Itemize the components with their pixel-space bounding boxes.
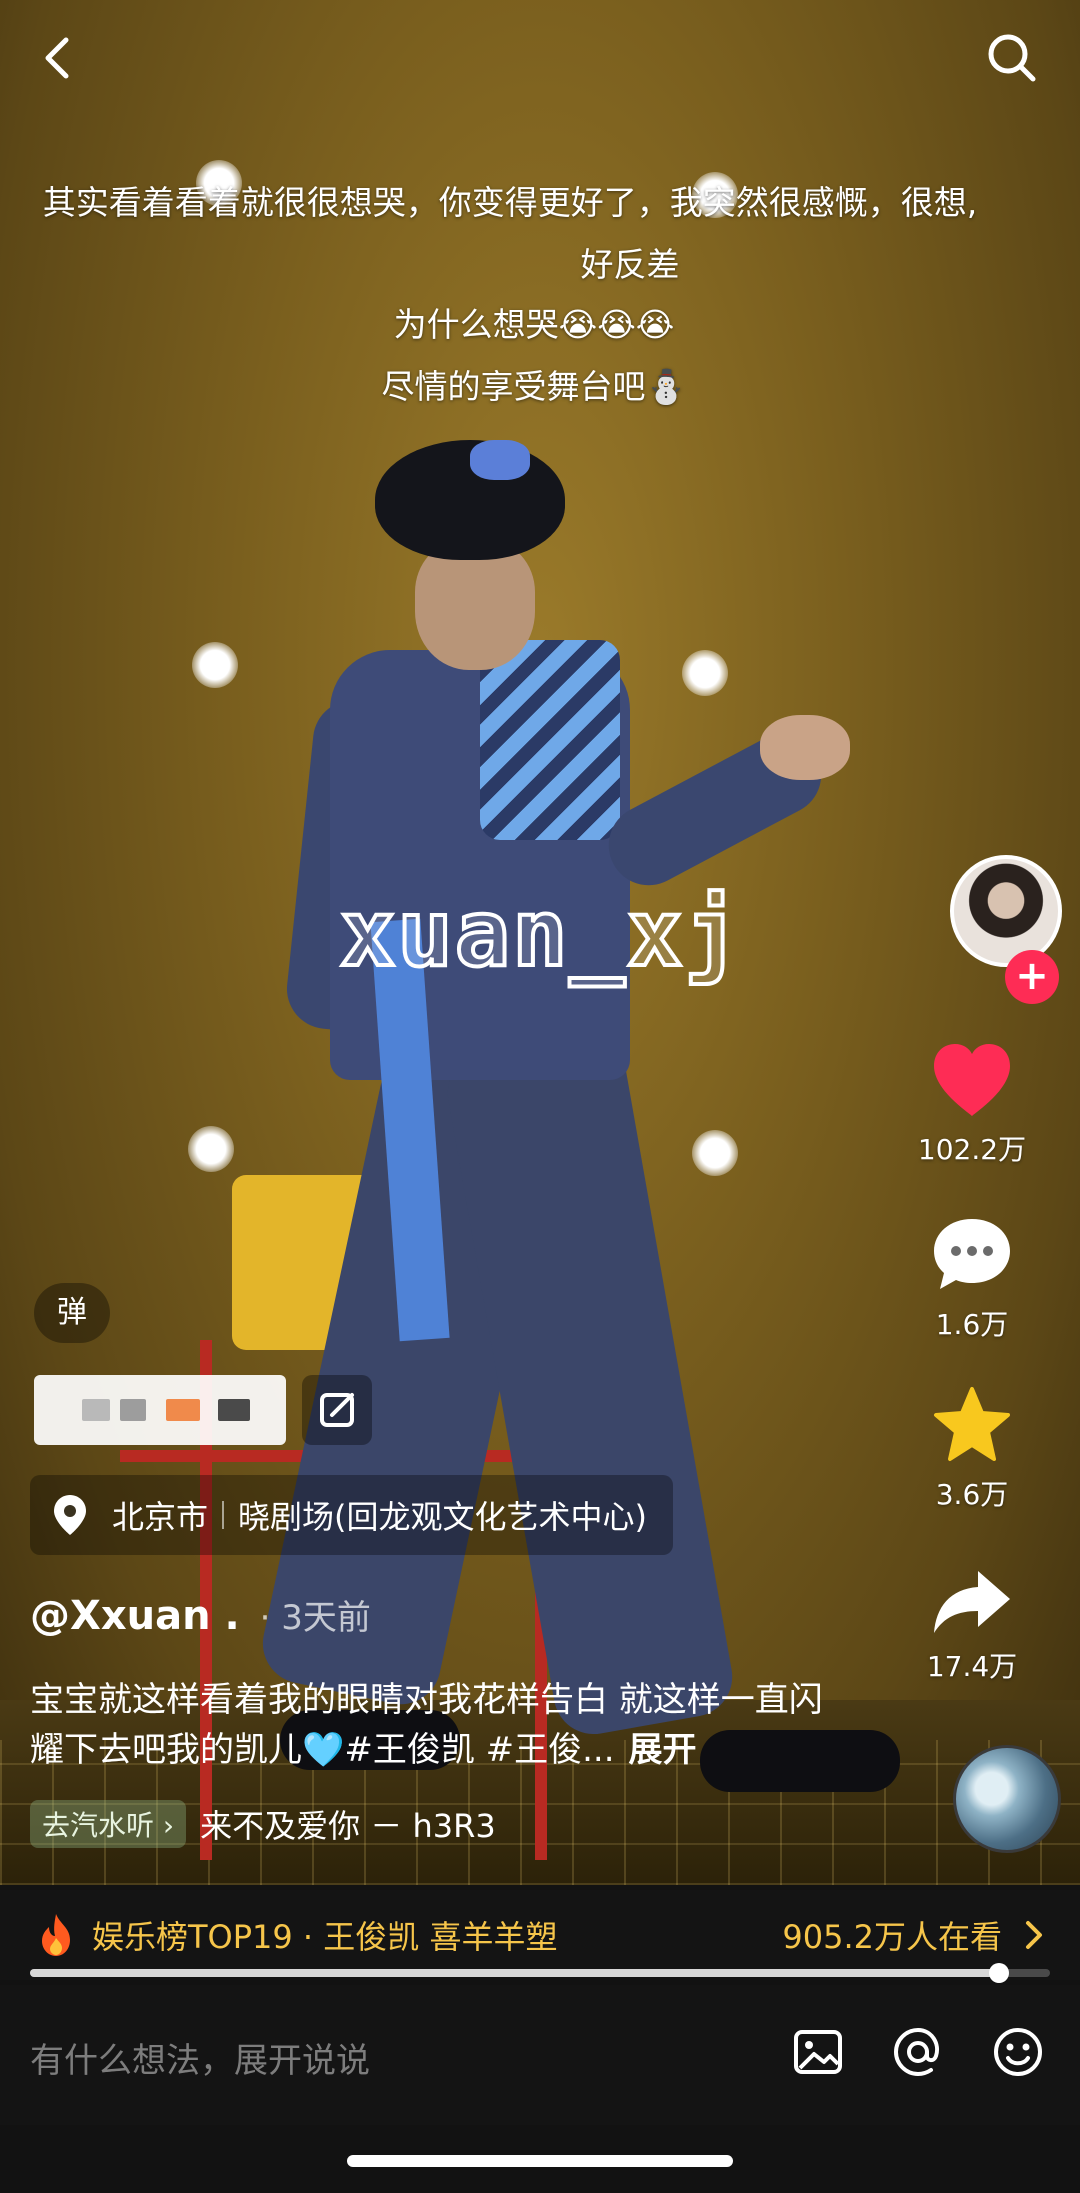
description-text: 宝宝就这样看着我的眼睛对我花样告白 就这样一直闪耀下去吧我的凯儿🩵#王俊凯 #王… [30, 1680, 823, 1770]
location-divider [222, 1501, 225, 1529]
danmaku-comment: 其实看着看着就很很想哭，你变得更好了，我突然很感慨，很想, [42, 183, 978, 222]
progress-fill [30, 1969, 999, 1977]
ranking-label: 娱乐榜TOP19 · 王俊凯 喜羊羊塑 [92, 1918, 558, 1956]
search-button[interactable] [976, 22, 1048, 94]
stage-light [682, 650, 728, 696]
search-icon [988, 34, 1036, 82]
music-info[interactable]: 去汽水听 › 来不及爱你 － h3R3 [30, 1800, 496, 1848]
danmaku-comment: 好反差 [580, 245, 680, 284]
listen-on-qishui-button[interactable]: 去汽水听 › [30, 1800, 187, 1848]
comment-bubble-icon [934, 1219, 1010, 1289]
home-indicator[interactable] [347, 2155, 733, 2167]
stage-light [692, 1130, 738, 1176]
comment-count: 1.6万 [935, 1308, 1009, 1341]
stage-light [192, 642, 238, 688]
mention-button[interactable] [886, 2020, 950, 2084]
performer-hat-bow [470, 440, 530, 480]
image-icon [794, 2030, 842, 2074]
music-title: 来不及爱你 － h3R3 [200, 1807, 496, 1845]
image-button[interactable] [786, 2020, 850, 2084]
emoji-button[interactable] [986, 2020, 1050, 2084]
share-button[interactable]: 17.4万 [872, 1565, 1072, 1685]
music-disc[interactable] [953, 1745, 1061, 1853]
video-progress-bar[interactable] [30, 1963, 1050, 1983]
location-pin-icon [54, 1495, 86, 1535]
danmaku-comment: 为什么想哭😭😭😭 [393, 305, 675, 344]
video-description[interactable]: 宝宝就这样看着我的眼睛对我花样告白 就这样一直闪耀下去吧我的凯儿🩵#王俊凯 #王… [30, 1675, 830, 1775]
heart-icon [934, 1044, 1010, 1116]
chevron-right-icon [1026, 1921, 1042, 1949]
comment-button[interactable]: 1.6万 [872, 1215, 1072, 1343]
performer-hand [760, 715, 850, 780]
ranking-bar[interactable]: 娱乐榜TOP19 · 王俊凯 喜羊羊塑 905.2万人在看 [0, 1890, 1080, 1980]
like-button[interactable]: 102.2万 [872, 1040, 1072, 1168]
location-tag[interactable]: 北京市 晓剧场(回龙观文化艺术中心) [30, 1475, 673, 1555]
performer-collar [480, 640, 620, 840]
comment-bar: 有什么想法，展开说说 [0, 1985, 1080, 2125]
author-info[interactable]: @Xxuan . · 3天前 [30, 1590, 371, 1639]
share-count: 17.4万 [926, 1650, 1018, 1683]
location-city: 北京市 [112, 1498, 209, 1536]
location-venue: 晓剧场(回龙观文化艺术中心) [238, 1498, 647, 1536]
post-time: · 3天前 [259, 1598, 371, 1638]
at-icon [893, 2027, 939, 2077]
stage-light [188, 1126, 234, 1172]
favorite-button[interactable]: 3.6万 [872, 1385, 1072, 1513]
flame-icon [42, 1914, 70, 1956]
smiley-icon [994, 2028, 1042, 2076]
author-name[interactable]: @Xxuan . [30, 1593, 240, 1639]
comment-input[interactable]: 有什么想法，展开说说 [30, 2033, 370, 2082]
watching-count: 905.2万人在看 [782, 1918, 1002, 1956]
edit-button[interactable] [302, 1375, 372, 1445]
progress-handle[interactable] [989, 1963, 1009, 1983]
danmaku-comment: 尽情的享受舞台吧⛄ [381, 367, 687, 406]
follow-button[interactable]: + [1005, 950, 1059, 1004]
like-count: 102.2万 [917, 1133, 1027, 1166]
author-avatar[interactable] [950, 855, 1062, 967]
back-button[interactable] [22, 22, 94, 94]
favorite-count: 3.6万 [935, 1478, 1009, 1511]
share-arrow-icon [934, 1571, 1010, 1633]
danmaku-toggle[interactable]: 弹 [34, 1283, 110, 1343]
expand-button[interactable]: 展开 [629, 1730, 697, 1770]
video-watermark: xuan_xj [338, 878, 742, 989]
chevron-left-icon [45, 37, 69, 79]
blurred-content [34, 1375, 286, 1445]
star-icon [934, 1387, 1010, 1461]
edit-icon [320, 1393, 354, 1427]
